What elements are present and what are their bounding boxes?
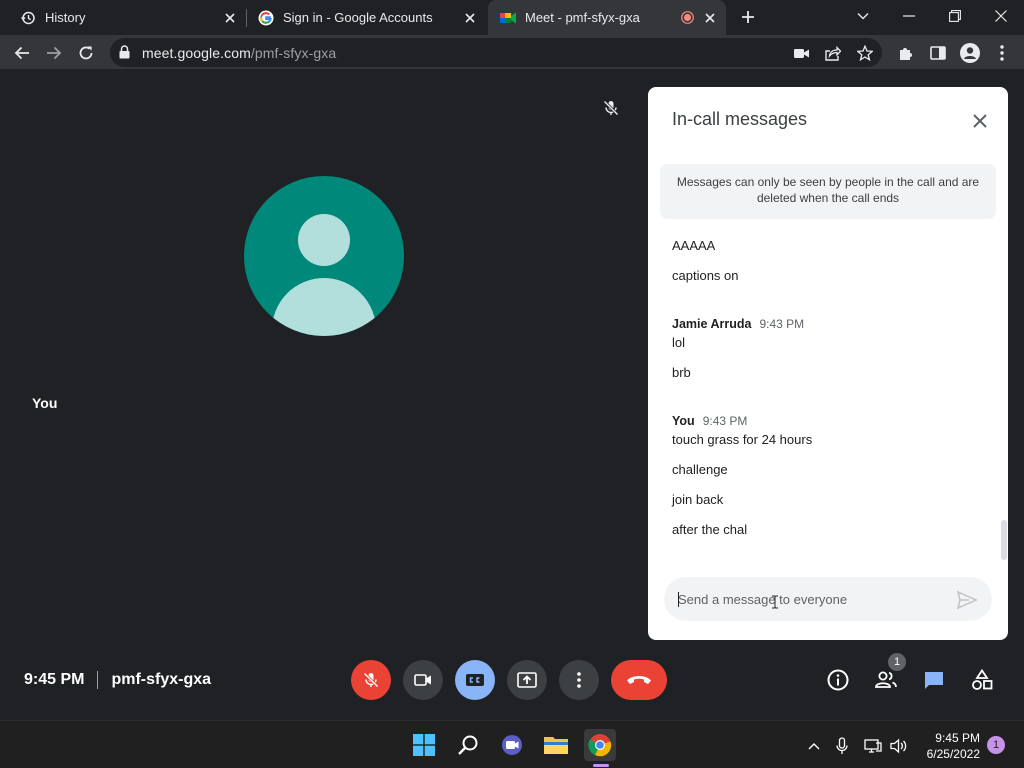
recording-icon (680, 11, 694, 25)
browser-menu-icon[interactable] (988, 39, 1016, 67)
forward-icon[interactable] (40, 39, 68, 67)
captions-button[interactable] (455, 660, 495, 700)
chrome-taskbar-icon[interactable] (584, 729, 616, 761)
tab-close-icon[interactable] (460, 8, 480, 28)
message-header: You 9:43 PM (672, 414, 747, 428)
message-input[interactable] (678, 589, 938, 609)
self-tile-name: You (32, 395, 58, 411)
tab-close-icon[interactable] (700, 8, 720, 28)
tab-history[interactable]: History (0, 0, 246, 35)
file-explorer-icon[interactable] (540, 729, 572, 761)
tab-strip: History Sign in - Google Accounts Meet -… (0, 0, 1024, 35)
leave-call-button[interactable] (611, 660, 667, 700)
camera-permission-icon[interactable] (791, 43, 811, 63)
share-icon[interactable] (823, 43, 843, 63)
activities-icon[interactable] (969, 667, 995, 693)
chat-message: after the chal (672, 522, 748, 537)
url-text: meet.google.com/pmf-sfyx-gxa (142, 45, 336, 61)
teams-chat-icon[interactable] (496, 729, 528, 761)
bookmark-star-icon[interactable] (855, 43, 875, 63)
meeting-code: pmf-sfyx-gxa (111, 671, 212, 688)
profile-icon[interactable] (956, 39, 984, 67)
avatar-head (298, 214, 350, 266)
camera-toggle-button[interactable] (403, 660, 443, 700)
chat-message: brb (672, 365, 691, 380)
lock-icon[interactable] (119, 45, 130, 64)
tab-meet[interactable]: Meet - pmf-sfyx-gxa (488, 0, 726, 35)
new-tab-icon[interactable] (737, 6, 759, 28)
windows-start-icon[interactable] (408, 729, 440, 761)
browser-toolbar: meet.google.com/pmf-sfyx-gxa (0, 35, 1024, 70)
send-icon[interactable] (956, 589, 978, 611)
tray-chevron-icon[interactable] (803, 735, 825, 757)
tile-mic-off-icon (602, 99, 620, 117)
windows-taskbar: 9:45 PM 6/25/2022 1 (0, 720, 1024, 768)
active-app-indicator (593, 764, 609, 767)
panel-title: In-call messages (672, 109, 808, 129)
chat-icon[interactable] (921, 667, 947, 693)
volume-icon[interactable] (888, 735, 910, 757)
tab-google-accounts[interactable]: Sign in - Google Accounts (238, 0, 486, 35)
chat-message: captions on (672, 268, 739, 283)
divider (97, 671, 99, 689)
meet-icon (500, 10, 516, 26)
address-bar[interactable]: meet.google.com/pmf-sfyx-gxa (110, 38, 882, 67)
meeting-time: 9:45 PM (24, 671, 85, 688)
notification-badge[interactable]: 1 (987, 736, 1005, 754)
tab-title: Sign in - Google Accounts (283, 10, 433, 25)
chat-message: lol (672, 335, 686, 350)
close-icon[interactable] (968, 109, 992, 133)
side-panel-icon[interactable] (924, 39, 952, 67)
avatar (244, 176, 404, 336)
mic-toggle-button[interactable] (351, 660, 391, 700)
text-cursor-icon (771, 595, 779, 614)
close-window-icon[interactable] (978, 0, 1024, 32)
chat-message: join back (672, 492, 724, 507)
url-path: /pmf-sfyx-gxa (250, 45, 337, 61)
message-composer (664, 577, 992, 621)
text-caret (678, 592, 679, 607)
search-icon[interactable] (452, 729, 484, 761)
tab-title: Meet - pmf-sfyx-gxa (525, 10, 640, 25)
clock-time: 9:45 PM (935, 731, 980, 745)
meeting-details-icon[interactable] (825, 667, 851, 693)
minimize-icon[interactable] (886, 0, 932, 32)
url-host: meet.google.com (142, 45, 251, 61)
chat-message: AAAAA (672, 238, 716, 253)
back-icon[interactable] (8, 39, 36, 67)
extensions-icon[interactable] (892, 39, 920, 67)
network-icon[interactable] (862, 735, 884, 757)
tab-title: History (45, 10, 86, 25)
reload-icon[interactable] (72, 39, 100, 67)
microphone-tray-icon[interactable] (831, 735, 853, 757)
chat-message: touch grass for 24 hours (672, 432, 813, 447)
message-time: 9:43 PM (759, 317, 805, 331)
present-button[interactable] (507, 660, 547, 700)
restore-icon[interactable] (932, 0, 978, 32)
chat-message: challenge (672, 462, 728, 477)
system-clock[interactable]: 9:45 PM 6/25/2022 (918, 730, 980, 762)
message-time: 9:43 PM (702, 414, 748, 428)
message-header: Jamie Arruda 9:43 PM (672, 317, 804, 331)
message-sender: Jamie Arruda (672, 317, 752, 331)
google-icon (258, 10, 274, 26)
in-call-messages-panel: In-call messages Messages can only be se… (648, 87, 1008, 640)
history-icon (20, 10, 36, 26)
people-count-badge: 1 (888, 653, 906, 671)
message-sender: You (672, 414, 695, 428)
chat-scrollbar[interactable] (1001, 520, 1007, 560)
avatar-body (272, 278, 376, 336)
tab-close-icon[interactable] (220, 8, 240, 28)
tab-search-chevron-icon[interactable] (840, 0, 886, 32)
clock-date: 6/25/2022 (926, 747, 980, 761)
chat-notice: Messages can only be seen by people in t… (660, 164, 996, 219)
meeting-info: 9:45 PM pmf-sfyx-gxa (24, 671, 211, 689)
more-options-button[interactable] (559, 660, 599, 700)
